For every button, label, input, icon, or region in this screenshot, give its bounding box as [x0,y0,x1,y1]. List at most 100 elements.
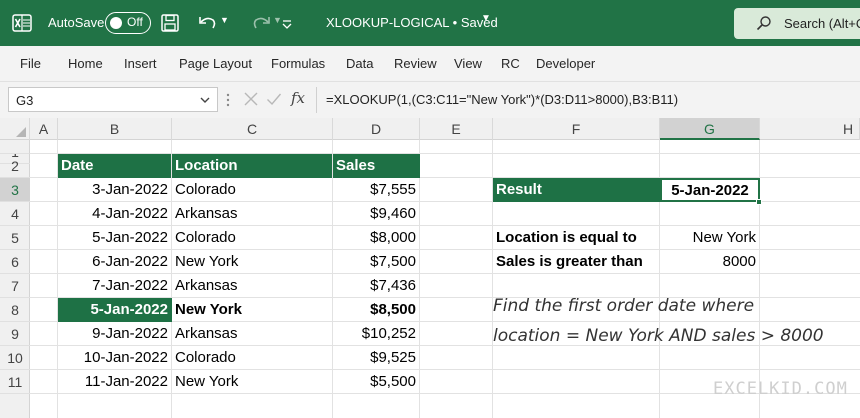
name-box[interactable]: G3 [8,87,218,112]
cell-sales[interactable]: $7,555 [333,178,420,202]
criteria-location-value[interactable]: New York [693,226,756,250]
cell-location[interactable]: Colorado [172,226,333,250]
select-all-icon [16,127,26,137]
tab-formulas[interactable]: Formulas [271,56,325,71]
row-headers: 1 2 3 4 5 6 7 8 9 10 11 [0,140,30,418]
tab-review[interactable]: Review [394,56,437,71]
more-options-icon[interactable] [225,92,231,108]
row-header-9[interactable]: 9 [0,322,30,346]
row-header-6[interactable]: 6 [0,250,30,274]
column-header-g[interactable]: G [660,118,760,140]
cell-date[interactable]: 9-Jan-2022 [58,322,172,346]
result-cell-selected[interactable]: 5-Jan-2022 [660,178,760,202]
cell-sales[interactable]: $9,525 [333,346,420,370]
tab-page-layout[interactable]: Page Layout [179,56,252,71]
cell-location[interactable]: Colorado [172,178,333,202]
cell-date-match[interactable]: 5-Jan-2022 [58,298,172,322]
column-header-d[interactable]: D [333,118,420,140]
cell-date[interactable]: 11-Jan-2022 [58,370,172,394]
cell-date[interactable]: 7-Jan-2022 [58,274,172,298]
row-header-10[interactable]: 10 [0,346,30,370]
cell-sales-match[interactable]: $8,500 [333,298,420,322]
save-icon[interactable] [160,13,180,33]
column-headers: A B C D E F G H [0,118,860,140]
column-header-c[interactable]: C [172,118,333,140]
tab-developer[interactable]: Developer [536,56,595,71]
cell-date[interactable]: 5-Jan-2022 [58,226,172,250]
row-header-2[interactable]: 2 [0,154,30,178]
formula-input[interactable]: =XLOOKUP(1,(C3:C11="New York")*(D3:D11>8… [326,92,678,107]
cell-location[interactable]: Arkansas [172,322,333,346]
tab-insert[interactable]: Insert [124,56,157,71]
column-header-b[interactable]: B [58,118,172,140]
cell-sales[interactable]: $9,460 [333,202,420,226]
ribbon-tabs: File Home Insert Page Layout Formulas Da… [0,46,860,82]
enter-icon[interactable] [266,91,282,107]
cell-sales[interactable]: $7,500 [333,250,420,274]
row-header-7[interactable]: 7 [0,274,30,298]
name-box-value: G3 [16,93,34,108]
cell-date[interactable]: 3-Jan-2022 [58,178,172,202]
watermark: EXCELKID.COM [713,379,848,399]
cell-location[interactable]: Colorado [172,346,333,370]
cell-location[interactable]: New York [172,250,333,274]
cell-date[interactable]: 4-Jan-2022 [58,202,172,226]
row-header-1-cap [0,140,30,154]
row-header-8[interactable]: 8 [0,298,30,322]
row-header-3[interactable]: 3 [0,178,30,202]
undo-icon[interactable] [197,13,219,33]
column-header-a[interactable]: A [30,118,58,140]
insert-function-icon[interactable]: fx [291,89,305,107]
chevron-down-icon[interactable] [199,94,211,106]
criteria-sales-label[interactable]: Sales is greater than [496,250,643,274]
tab-file[interactable]: File [20,56,41,71]
table-header-location[interactable]: Location [172,154,332,178]
search-box[interactable]: Search (Alt+Q) [734,8,860,39]
search-placeholder: Search (Alt+Q) [784,16,860,31]
note-line-2: location = New York AND sales > 8000 [493,326,824,346]
cancel-icon[interactable] [243,91,259,107]
formula-bar: G3 fx =XLOOKUP(1,(C3:C11="New York")*(D3… [0,82,860,118]
table-header-date[interactable]: Date [58,154,171,178]
criteria-location-label[interactable]: Location is equal to [496,226,637,250]
criteria-sales-value[interactable]: 8000 [723,250,756,274]
tab-home[interactable]: Home [68,56,103,71]
customize-icon[interactable] [280,13,294,33]
cell-location[interactable]: Arkansas [172,274,333,298]
undo-chevron-icon[interactable]: ▼ [220,15,229,35]
autosave-toggle[interactable]: Off [105,12,151,34]
cell-date[interactable]: 10-Jan-2022 [58,346,172,370]
column-header-f[interactable]: F [493,118,660,140]
document-title[interactable]: XLOOKUP-LOGICAL • Saved [326,15,498,30]
note-line-1: Find the first order date where [493,296,755,316]
fill-handle[interactable] [756,199,762,205]
formula-bar-divider [316,87,317,113]
cell-sales[interactable]: $5,500 [333,370,420,394]
title-chevron-icon[interactable]: ▼ [481,13,491,24]
result-label[interactable]: Result [496,178,542,202]
cell-location[interactable]: New York [172,370,333,394]
row-header-5[interactable]: 5 [0,226,30,250]
search-icon [756,16,771,31]
cell-sales[interactable]: $7,436 [333,274,420,298]
column-header-h[interactable]: H [760,118,860,140]
cell-sales[interactable]: $8,000 [333,226,420,250]
tab-rc[interactable]: RC [501,56,520,71]
excel-logo-icon[interactable] [12,13,32,33]
cell-date[interactable]: 6-Jan-2022 [58,250,172,274]
tab-view[interactable]: View [454,56,482,71]
autosave-state: Off [127,15,143,29]
cell-sales[interactable]: $10,252 [333,322,420,346]
column-header-e[interactable]: E [420,118,493,140]
select-all-button[interactable] [0,118,30,140]
cell-location[interactable]: Arkansas [172,202,333,226]
table-header-sales[interactable]: Sales [333,154,420,178]
tab-data[interactable]: Data [346,56,373,71]
cell-location-match[interactable]: New York [172,298,333,322]
autosave-label: AutoSave [48,15,105,30]
title-bar: AutoSave Off ▼ ▼ XLOOKUP-LOGICAL • Saved… [0,0,860,46]
row-header-11[interactable]: 11 [0,370,30,394]
row-header-4[interactable]: 4 [0,202,30,226]
redo-icon[interactable] [250,13,272,33]
toggle-knob [110,16,122,29]
